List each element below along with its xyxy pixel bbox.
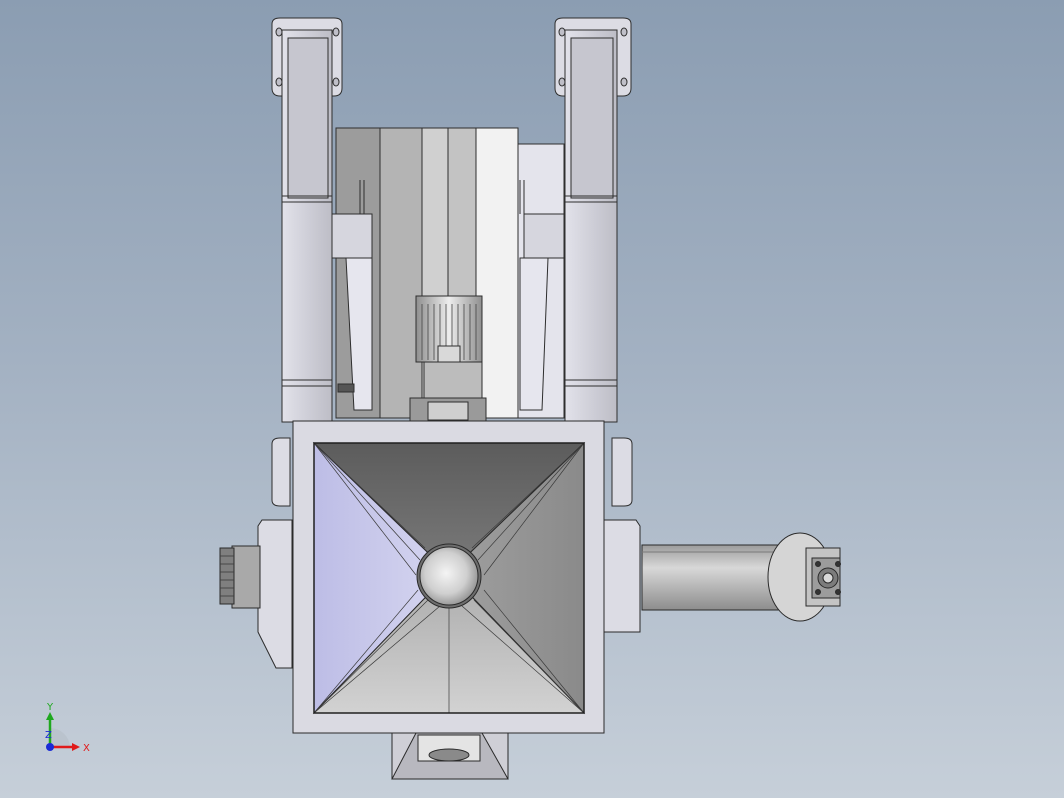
- x-axis-label: X: [83, 743, 90, 754]
- cad-viewport[interactable]: X Y Z: [0, 0, 1064, 798]
- hopper-outlet-ring: [416, 543, 482, 609]
- y-axis-label: Y: [46, 702, 54, 713]
- axis-triad: X Y Z: [45, 702, 90, 754]
- gear-motor: [409, 295, 487, 423]
- z-axis-label: Z: [45, 730, 52, 741]
- cad-model: X Y Z: [45, 17, 841, 780]
- pipe-end-flange: [767, 532, 841, 622]
- left-cable-gland: [219, 545, 261, 609]
- bottom-nozzle: [391, 732, 509, 780]
